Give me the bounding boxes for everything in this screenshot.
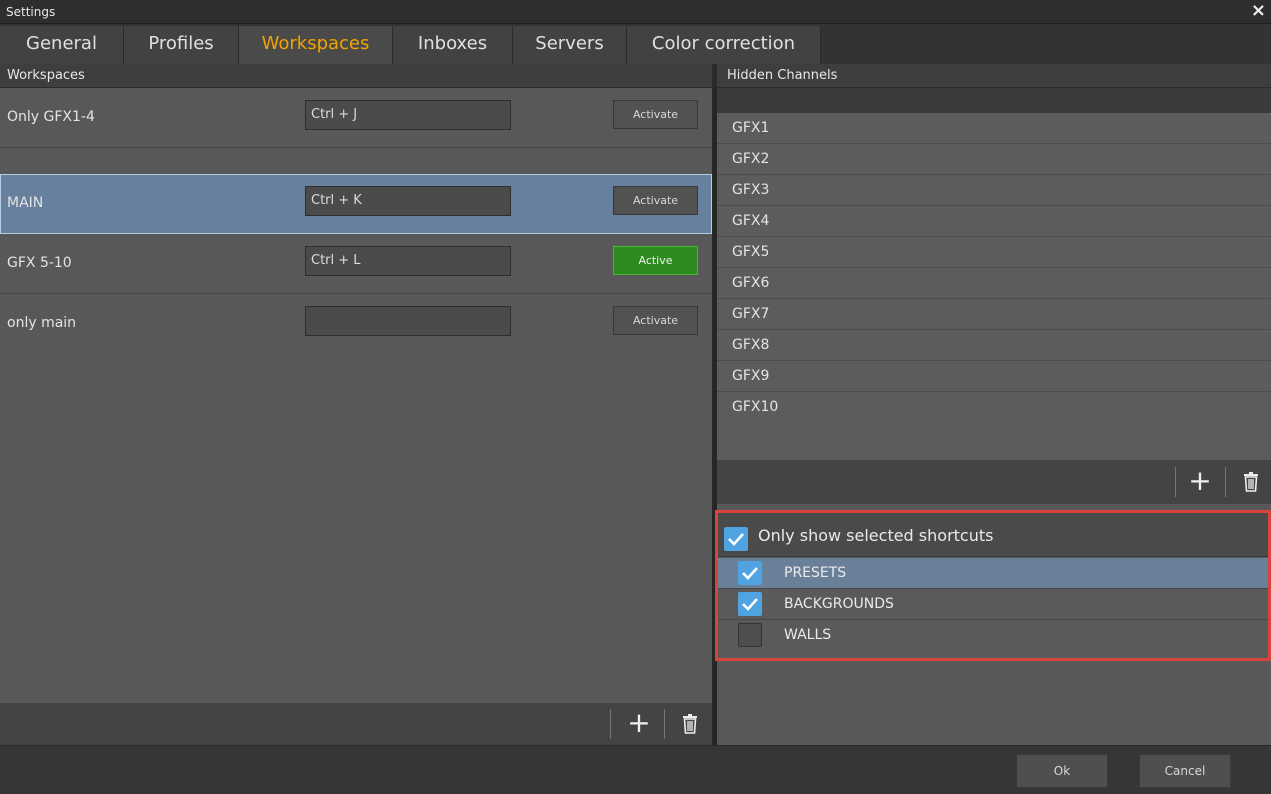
workspace-list: Only GFX1-4 Ctrl + J Activate MAIN Ctrl …: [0, 88, 712, 745]
workspace-name: only main: [7, 315, 77, 331]
workspace-row[interactable]: MAIN Ctrl + K Activate: [0, 174, 712, 234]
add-workspace-button[interactable]: +: [621, 703, 657, 745]
hidden-channels-footer: +: [717, 460, 1271, 504]
footer-separator: [1175, 467, 1176, 497]
list-item[interactable]: GFX5: [717, 237, 1271, 268]
add-channel-button[interactable]: +: [1182, 460, 1218, 502]
trash-icon: [1244, 472, 1258, 492]
only-show-selected-checkbox[interactable]: [724, 527, 748, 551]
footer-separator: [1225, 467, 1226, 497]
workspace-row[interactable]: GFX 5-10 Ctrl + L Active: [0, 234, 712, 294]
list-item[interactable]: GFX7: [717, 299, 1271, 330]
plus-icon: +: [1188, 464, 1212, 497]
window-title: Settings: [6, 5, 56, 19]
activate-button[interactable]: Activate: [613, 186, 698, 215]
presets-checkbox[interactable]: [738, 561, 762, 585]
tab-bar: General Profiles Workspaces Inboxes Serv…: [0, 24, 1271, 64]
plus-icon: +: [627, 706, 651, 739]
shortcut-field[interactable]: Ctrl + L: [305, 246, 511, 276]
workspace-name: Only GFX1-4: [7, 109, 95, 125]
hidden-channels-header: Hidden Channels: [717, 64, 1271, 88]
title-bar: Settings ×: [0, 0, 1271, 24]
cancel-button[interactable]: Cancel: [1139, 754, 1231, 788]
activate-button[interactable]: Activate: [613, 306, 698, 335]
list-item[interactable]: GFX10: [717, 392, 1271, 423]
trash-icon: [683, 714, 697, 734]
hidden-channels-list: GFX1 GFX2 GFX3 GFX4 GFX5 GFX6 GFX7 GFX8 …: [717, 113, 1271, 460]
list-item[interactable]: GFX6: [717, 268, 1271, 299]
tab-workspaces[interactable]: Workspaces: [239, 26, 393, 64]
tab-inboxes[interactable]: Inboxes: [393, 26, 513, 64]
active-button[interactable]: Active: [613, 246, 698, 275]
delete-channel-button[interactable]: [1233, 460, 1269, 502]
workspace-name: GFX 5-10: [7, 255, 72, 271]
delete-workspace-button[interactable]: [672, 703, 708, 745]
list-item[interactable]: BACKGROUNDS: [718, 589, 1268, 620]
shortcut-label: WALLS: [784, 627, 832, 643]
checkmark-icon: [742, 567, 758, 580]
ok-button[interactable]: Ok: [1016, 754, 1108, 788]
workspace-name: MAIN: [7, 195, 44, 211]
empty-area: [717, 661, 1271, 745]
list-item[interactable]: GFX4: [717, 206, 1271, 237]
shortcut-field[interactable]: Ctrl + J: [305, 100, 511, 130]
dialog-button-bar: Ok Cancel: [0, 745, 1271, 794]
checkmark-icon: [742, 598, 758, 611]
tab-general[interactable]: General: [0, 26, 124, 64]
shortcut-filter-panel: Only show selected shortcuts PRESETS BAC…: [715, 510, 1271, 661]
list-item[interactable]: PRESETS: [718, 558, 1268, 589]
list-item[interactable]: GFX2: [717, 144, 1271, 175]
activate-button[interactable]: Activate: [613, 100, 698, 129]
tab-servers[interactable]: Servers: [513, 26, 627, 64]
footer-separator: [664, 709, 665, 739]
shortcut-label: BACKGROUNDS: [784, 596, 894, 612]
only-show-selected-label: Only show selected shortcuts: [758, 526, 994, 545]
walls-checkbox[interactable]: [738, 623, 762, 647]
tab-profiles[interactable]: Profiles: [124, 26, 239, 64]
list-item[interactable]: GFX8: [717, 330, 1271, 361]
workspace-row[interactable]: only main Activate: [0, 294, 712, 354]
checkmark-icon: [728, 533, 744, 546]
list-item[interactable]: WALLS: [718, 620, 1268, 651]
footer-separator: [610, 709, 611, 739]
shortcut-field[interactable]: Ctrl + K: [305, 186, 511, 216]
workspace-row[interactable]: Only GFX1-4 Ctrl + J Activate: [0, 88, 712, 148]
shortcut-label: PRESETS: [784, 565, 847, 581]
tab-color-correction[interactable]: Color correction: [627, 26, 821, 64]
list-item[interactable]: GFX9: [717, 361, 1271, 392]
workspace-footer: +: [0, 703, 712, 745]
workspaces-header: Workspaces: [0, 64, 712, 88]
backgrounds-checkbox[interactable]: [738, 592, 762, 616]
list-item[interactable]: GFX1: [717, 113, 1271, 144]
list-item[interactable]: GFX3: [717, 175, 1271, 206]
only-show-selected-row[interactable]: Only show selected shortcuts: [718, 513, 1268, 557]
shortcut-field[interactable]: [305, 306, 511, 336]
close-icon[interactable]: ×: [1251, 1, 1266, 21]
